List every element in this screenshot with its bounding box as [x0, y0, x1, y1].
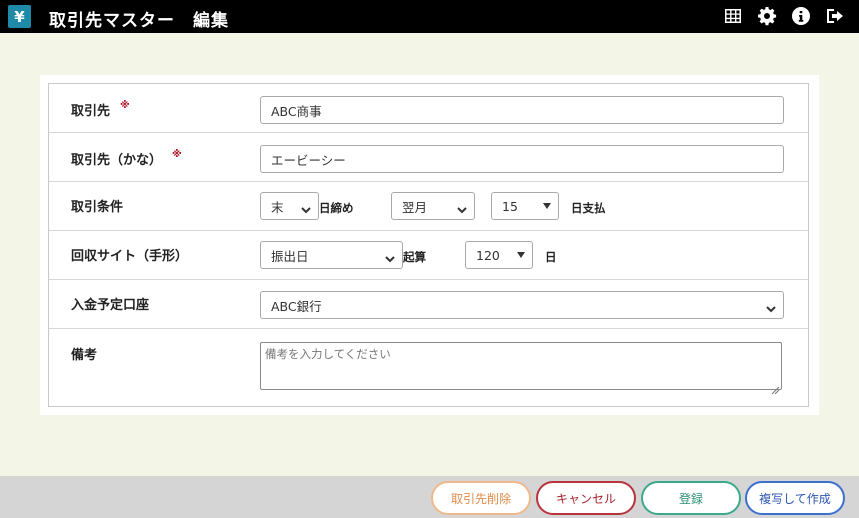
remarks-textarea[interactable]: [260, 342, 782, 390]
terms-label: 取引条件: [71, 200, 124, 215]
chevron-down-icon: [301, 202, 311, 214]
payment-month-select[interactable]: 翌月: [391, 192, 475, 220]
form-card: 取引先 ※ ABC商事 取引先（かな） ※ エービーシー 取引条件 末 日締め 翌月…: [40, 75, 819, 415]
form-table: 取引先 ※ ABC商事 取引先（かな） ※ エービーシー 取引条件 末 日締め 翌月…: [48, 83, 809, 407]
base-suffix: 起算: [403, 250, 426, 264]
page-title: 取引先マスター 編集: [49, 11, 229, 31]
logout-icon[interactable]: [825, 6, 845, 26]
closing-day-select[interactable]: 末: [260, 192, 319, 220]
required-mark: ※: [172, 149, 182, 160]
chevron-down-icon: [457, 202, 467, 214]
cancel-button[interactable]: キャンセル: [536, 481, 636, 515]
closing-suffix: 日締め: [319, 201, 354, 215]
row-partner-kana: 取引先（かな） ※ エービーシー: [49, 133, 808, 182]
info-icon[interactable]: [791, 6, 811, 26]
table-icon[interactable]: [723, 6, 743, 26]
collection-site-label: 回収サイト（手形）: [71, 249, 189, 264]
chevron-down-icon: [385, 251, 395, 263]
header-bar: ¥ 取引先マスター 編集: [0, 0, 859, 33]
required-mark: ※: [120, 100, 130, 111]
collection-base-select[interactable]: 振出日: [260, 241, 403, 269]
payment-day-select[interactable]: 15: [491, 192, 559, 220]
partner-input[interactable]: ABC商事: [260, 96, 784, 124]
partner-label: 取引先 ※: [71, 100, 130, 119]
row-remarks: 備考: [49, 329, 808, 406]
header-actions: [723, 6, 845, 26]
dropdown-arrow-icon: [543, 203, 551, 209]
gear-icon[interactable]: [757, 6, 777, 26]
delete-partner-button[interactable]: 取引先削除: [431, 481, 531, 515]
remarks-label: 備考: [71, 348, 98, 363]
row-partner: 取引先 ※ ABC商事: [49, 84, 808, 133]
yen-logo-icon: ¥: [8, 5, 31, 28]
row-terms: 取引条件 末 日締め 翌月 15 日支払: [49, 182, 808, 231]
payment-suffix: 日支払: [571, 201, 606, 215]
partner-kana-label: 取引先（かな） ※: [71, 149, 182, 168]
deposit-account-label: 入金予定口座: [71, 298, 150, 313]
collection-days-select[interactable]: 120: [465, 241, 533, 269]
save-button[interactable]: 登録: [641, 481, 741, 515]
row-collection-site: 回収サイト（手形） 振出日 起算 120 日: [49, 231, 808, 280]
deposit-account-select[interactable]: ABC銀行: [260, 291, 784, 319]
row-deposit-account: 入金予定口座 ABC銀行: [49, 280, 808, 329]
chevron-down-icon: [766, 301, 776, 313]
copy-create-button[interactable]: 複写して作成: [745, 481, 845, 515]
dropdown-arrow-icon: [517, 252, 525, 258]
resize-grip-icon[interactable]: [771, 380, 780, 395]
days-suffix: 日: [545, 250, 557, 264]
partner-kana-input[interactable]: エービーシー: [260, 145, 784, 173]
